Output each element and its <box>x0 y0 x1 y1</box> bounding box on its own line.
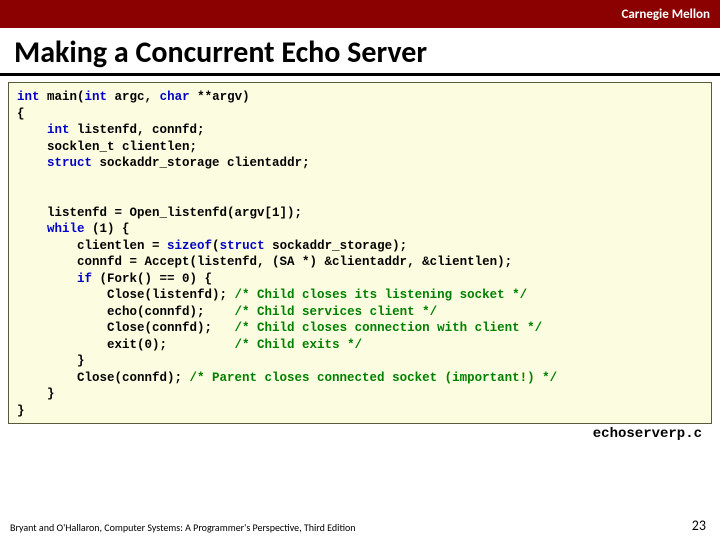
code-kw: sizeof <box>167 239 212 253</box>
code-text: listenfd = Open_listenfd(argv[1]); <box>17 206 302 220</box>
title-bar: Making a Concurrent Echo Server <box>0 28 720 76</box>
code-text: sockaddr_storage clientaddr; <box>92 156 310 170</box>
code-text: socklen_t clientlen; <box>17 140 197 154</box>
code-listing: int main(int argc, char **argv) { int li… <box>8 82 712 424</box>
code-text: ( <box>212 239 220 253</box>
code-comment: /* Child closes connection with client *… <box>235 321 543 335</box>
code-text <box>17 123 47 137</box>
code-kw: struct <box>47 156 92 170</box>
code-text: listenfd, connfd; <box>70 123 205 137</box>
code-text: clientlen = <box>17 239 167 253</box>
code-comment: /* Child services client */ <box>235 305 438 319</box>
code-blank <box>17 189 25 203</box>
footer: Bryant and O'Hallaron, Computer Systems:… <box>0 517 720 534</box>
code-text: sockaddr_storage); <box>265 239 408 253</box>
code-text: (1) { <box>85 222 130 236</box>
code-text: argc, <box>107 90 160 104</box>
code-text: main( <box>40 90 85 104</box>
code-text: } <box>17 404 25 418</box>
code-comment: /* Parent closes connected socket (impor… <box>190 371 558 385</box>
code-kw: int <box>85 90 108 104</box>
code-kw: int <box>47 123 70 137</box>
brand-label: Carnegie Mellon <box>621 7 710 22</box>
code-kw: if <box>77 272 92 286</box>
page-number: 23 <box>692 517 706 534</box>
code-text <box>17 272 77 286</box>
code-kw: int <box>17 90 40 104</box>
code-text: } <box>17 354 85 368</box>
code-comment: /* Child closes its listening socket */ <box>235 288 528 302</box>
code-text: } <box>17 387 55 401</box>
code-kw: while <box>47 222 85 236</box>
slide: Carnegie Mellon Making a Concurrent Echo… <box>0 0 720 540</box>
code-kw: struct <box>220 239 265 253</box>
code-text: (Fork() == 0) { <box>92 272 212 286</box>
code-text: Close(connfd); <box>17 321 235 335</box>
source-filename: echoserverp.c <box>8 424 712 442</box>
code-comment: /* Child exits */ <box>235 338 363 352</box>
content-area: int main(int argc, char **argv) { int li… <box>0 76 720 540</box>
header-bar: Carnegie Mellon <box>0 0 720 28</box>
code-text: Close(listenfd); <box>17 288 235 302</box>
code-text: Close(connfd); <box>17 371 190 385</box>
code-text: exit(0); <box>17 338 235 352</box>
slide-title: Making a Concurrent Echo Server <box>14 34 706 71</box>
code-text <box>17 156 47 170</box>
code-blank <box>17 173 25 187</box>
footer-attribution: Bryant and O'Hallaron, Computer Systems:… <box>10 521 356 534</box>
code-text: **argv) <box>190 90 250 104</box>
code-text: echo(connfd); <box>17 305 235 319</box>
code-text: { <box>17 107 25 121</box>
code-text: connfd = Accept(listenfd, (SA *) &client… <box>17 255 512 269</box>
code-kw: char <box>160 90 190 104</box>
code-text <box>17 222 47 236</box>
